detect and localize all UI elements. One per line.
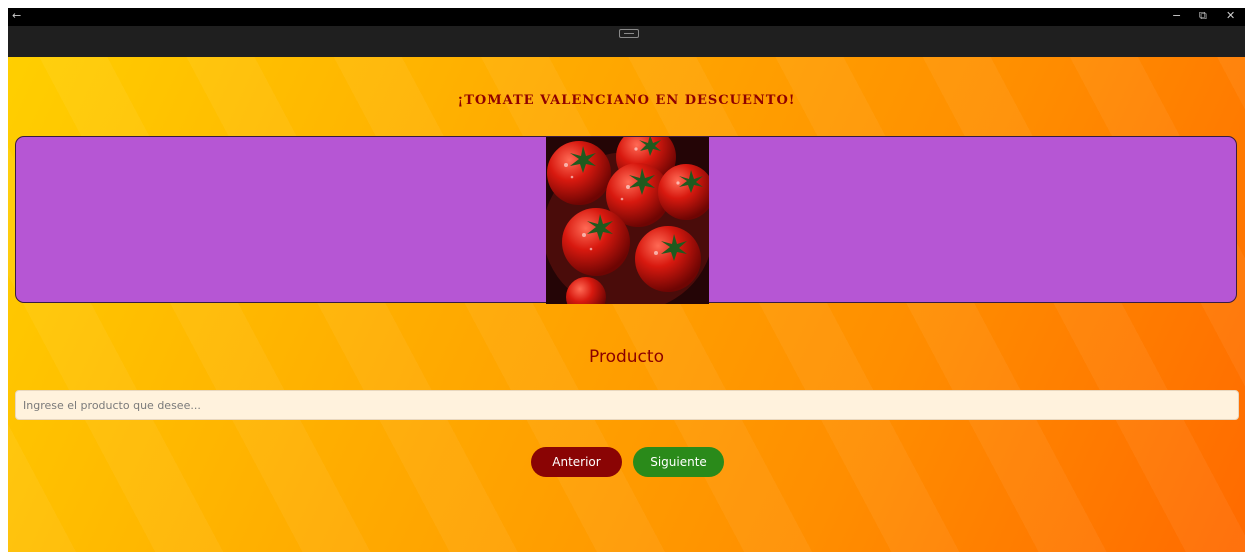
minimize-icon[interactable]: −: [1172, 9, 1181, 23]
back-arrow-icon[interactable]: ←: [12, 9, 21, 23]
product-input[interactable]: [15, 390, 1239, 420]
background-stripes: [8, 57, 1245, 552]
promo-banner: [15, 136, 1237, 304]
next-button[interactable]: Siguiente: [633, 447, 724, 477]
tomato-photo: [546, 137, 709, 304]
section-label-producto: Producto: [589, 347, 664, 367]
app-toolbar: [8, 26, 1245, 57]
window-titlebar: ← − ⧉ ✕: [8, 8, 1245, 26]
close-icon[interactable]: ✕: [1226, 9, 1235, 23]
previous-button[interactable]: Anterior: [531, 447, 622, 477]
promo-title: ¡TOMATE VALENCIANO EN DESCUENTO!: [457, 93, 796, 108]
page-content: ¡TOMATE VALENCIANO EN DESCUENTO! Product…: [8, 57, 1245, 552]
toolbar-handle-icon[interactable]: [619, 29, 639, 38]
restore-icon[interactable]: ⧉: [1199, 9, 1207, 23]
